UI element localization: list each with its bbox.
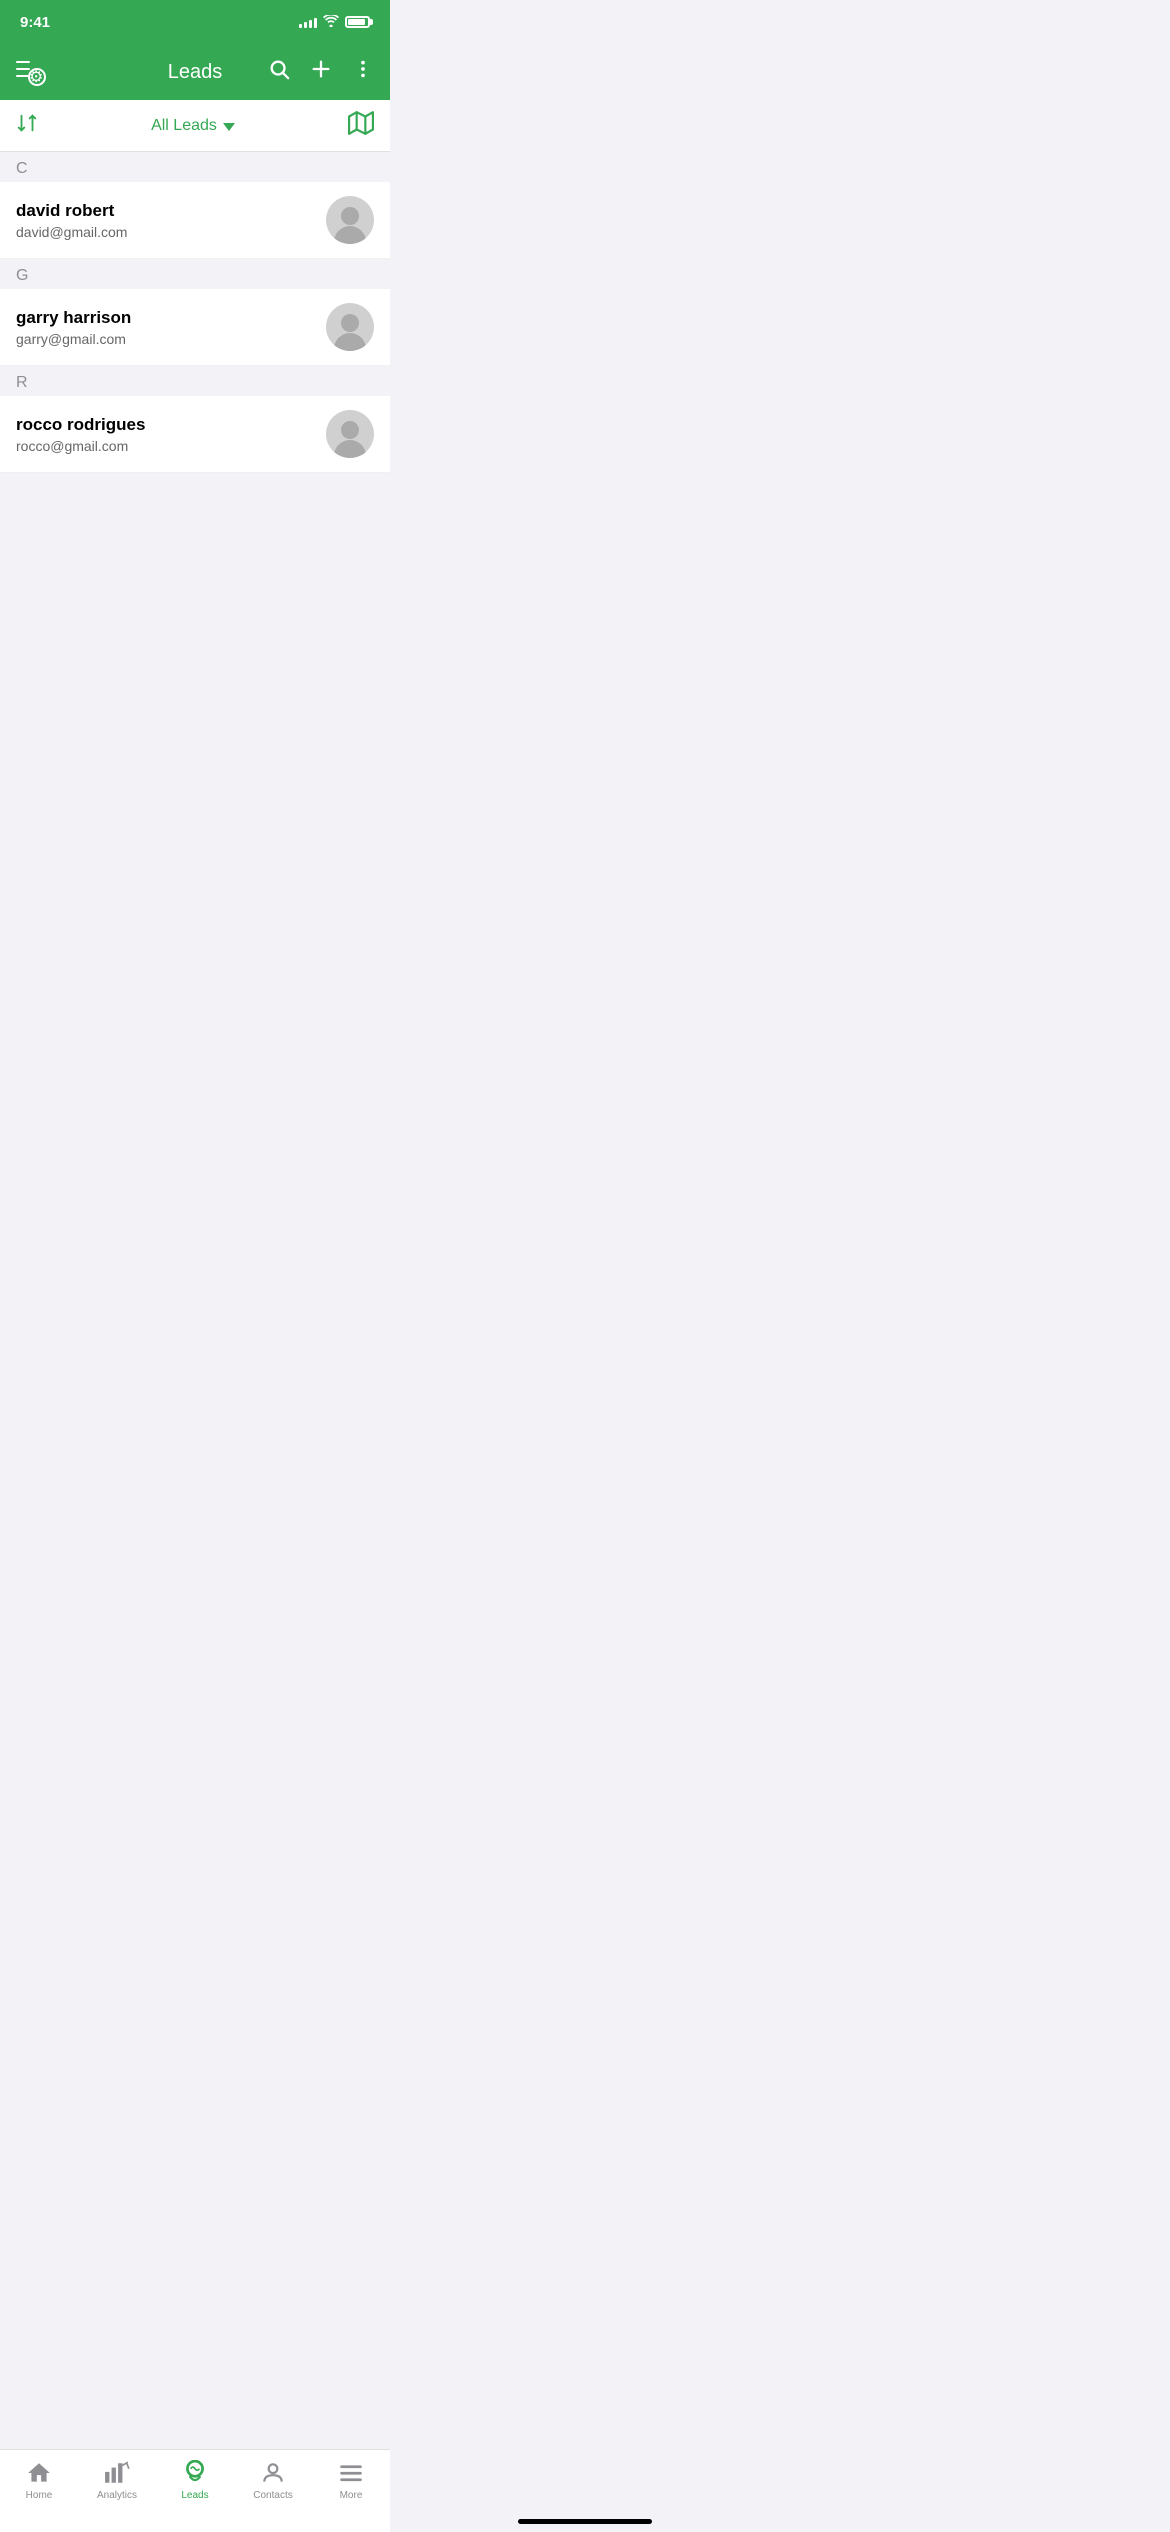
section-header-r: R: [0, 366, 390, 396]
lead-info: rocco rodrigues rocco@gmail.com: [16, 415, 326, 454]
tab-leads[interactable]: Leads: [160, 2460, 230, 2501]
avatar: [326, 196, 374, 244]
sort-icon[interactable]: [16, 112, 38, 140]
lead-email: david@gmail.com: [16, 224, 326, 240]
map-icon[interactable]: [348, 110, 374, 142]
nav-bar: Leads: [0, 44, 390, 100]
tab-home[interactable]: Home: [4, 2460, 74, 2501]
leads-list: C david robert david@gmail.com G garry h…: [0, 152, 390, 473]
lead-email: garry@gmail.com: [16, 331, 326, 347]
lead-item-rocco[interactable]: rocco rodrigues rocco@gmail.com: [0, 396, 390, 473]
analytics-icon: [104, 2460, 130, 2486]
search-icon[interactable]: [268, 58, 290, 86]
avatar: [326, 303, 374, 351]
tab-analytics[interactable]: Analytics: [82, 2460, 152, 2501]
page-title: Leads: [168, 61, 223, 84]
filter-bar: All Leads: [0, 100, 390, 152]
lead-name: garry harrison: [16, 308, 326, 328]
lead-email: rocco@gmail.com: [16, 438, 326, 454]
contacts-icon: [260, 2460, 286, 2486]
wifi-icon: [323, 14, 339, 30]
lead-item-david[interactable]: david robert david@gmail.com: [0, 182, 390, 259]
lead-item-garry[interactable]: garry harrison garry@gmail.com: [0, 289, 390, 366]
gear-icon: [28, 68, 46, 86]
more-icon: [338, 2460, 364, 2486]
status-bar: 9:41: [0, 0, 390, 44]
tab-contacts[interactable]: Contacts: [238, 2460, 308, 2501]
more-options-icon[interactable]: [352, 58, 374, 86]
status-icons: [299, 14, 370, 30]
tab-contacts-label: Contacts: [253, 2490, 292, 2501]
filter-label: All Leads: [151, 117, 217, 135]
tab-bar: Home Analytics Leads Contacts: [0, 2449, 390, 2532]
home-icon: [26, 2460, 52, 2486]
lead-info: david robert david@gmail.com: [16, 201, 326, 240]
lead-info: garry harrison garry@gmail.com: [16, 308, 326, 347]
status-time: 9:41: [20, 14, 50, 31]
nav-actions: [268, 58, 374, 86]
filter-dropdown[interactable]: All Leads: [151, 117, 235, 135]
tab-home-label: Home: [26, 2490, 53, 2501]
settings-button[interactable]: [16, 58, 46, 86]
tab-analytics-label: Analytics: [97, 2490, 137, 2501]
battery-icon: [345, 16, 370, 28]
lead-name: rocco rodrigues: [16, 415, 326, 435]
section-header-c: C: [0, 152, 390, 182]
avatar: [326, 410, 374, 458]
tab-more[interactable]: More: [316, 2460, 386, 2501]
avatar-person-icon: [326, 410, 374, 458]
tab-more-label: More: [340, 2490, 363, 2501]
home-indicator: [518, 2519, 652, 2524]
leads-icon: [182, 2460, 208, 2486]
add-button[interactable]: [310, 58, 332, 86]
empty-area: [0, 473, 390, 873]
avatar-person-icon: [326, 303, 374, 351]
section-header-g: G: [0, 259, 390, 289]
lead-name: david robert: [16, 201, 326, 221]
signal-bars-icon: [299, 16, 317, 28]
avatar-person-icon: [326, 196, 374, 244]
dropdown-arrow-icon: [223, 123, 235, 131]
tab-leads-label: Leads: [181, 2490, 208, 2501]
